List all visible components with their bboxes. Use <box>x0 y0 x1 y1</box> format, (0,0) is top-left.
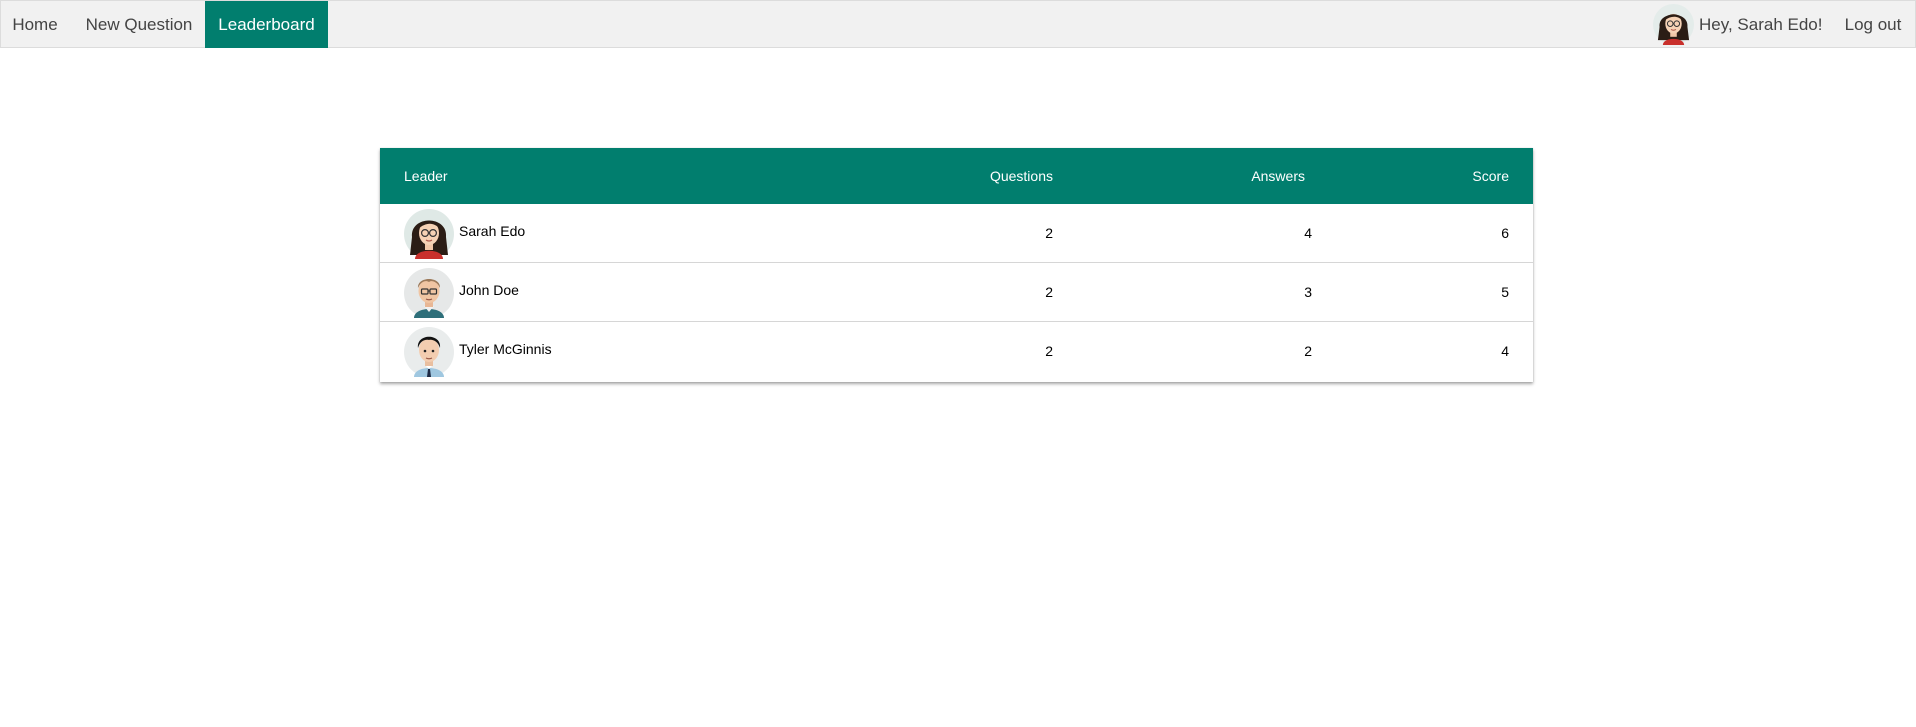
nav-new-question-link[interactable]: New Question <box>73 1 205 48</box>
questions-count: 2 <box>1045 284 1053 300</box>
table-header: Leader Questions Answers Score <box>380 148 1533 204</box>
leader-name: Sarah Edo <box>459 223 526 239</box>
answers-count: 2 <box>1304 343 1312 359</box>
top-navbar: Home New Question Leaderboard Hey, Sarah… <box>0 0 1916 48</box>
column-header-questions: Questions <box>989 168 1053 184</box>
questions-count: 2 <box>1045 343 1053 359</box>
nav-user-info: Hey, Sarah Edo! <box>1651 1 1823 48</box>
avatar-woman-glasses-icon <box>404 209 454 259</box>
score-value: 6 <box>1501 225 1509 241</box>
table-row: John Doe 2 3 5 <box>380 263 1533 322</box>
leaderboard-table: Leader Questions Answers Score Sarah Edo… <box>380 148 1533 382</box>
score-value: 5 <box>1501 284 1509 300</box>
leader-name: Tyler McGinnis <box>459 341 552 357</box>
user-avatar-icon <box>1653 4 1694 45</box>
avatar-man-suit-icon <box>404 327 454 377</box>
answers-count: 4 <box>1304 225 1312 241</box>
logout-link[interactable]: Log out <box>1829 1 1916 48</box>
table-row: Tyler McGinnis 2 2 4 <box>380 322 1533 381</box>
nav-leaderboard-link[interactable]: Leaderboard <box>205 1 328 48</box>
leader-name: John Doe <box>459 282 519 298</box>
table-row: Sarah Edo 2 4 6 <box>380 204 1533 263</box>
questions-count: 2 <box>1045 225 1053 241</box>
column-header-leader: Leader <box>404 168 448 184</box>
avatar-man-glasses-icon <box>404 268 454 318</box>
column-header-score: Score <box>1472 168 1509 184</box>
answers-count: 3 <box>1304 284 1312 300</box>
user-greeting: Hey, Sarah Edo! <box>1699 15 1823 34</box>
column-header-answers: Answers <box>1251 168 1305 184</box>
score-value: 4 <box>1501 343 1509 359</box>
nav-home-link[interactable]: Home <box>1 1 69 48</box>
